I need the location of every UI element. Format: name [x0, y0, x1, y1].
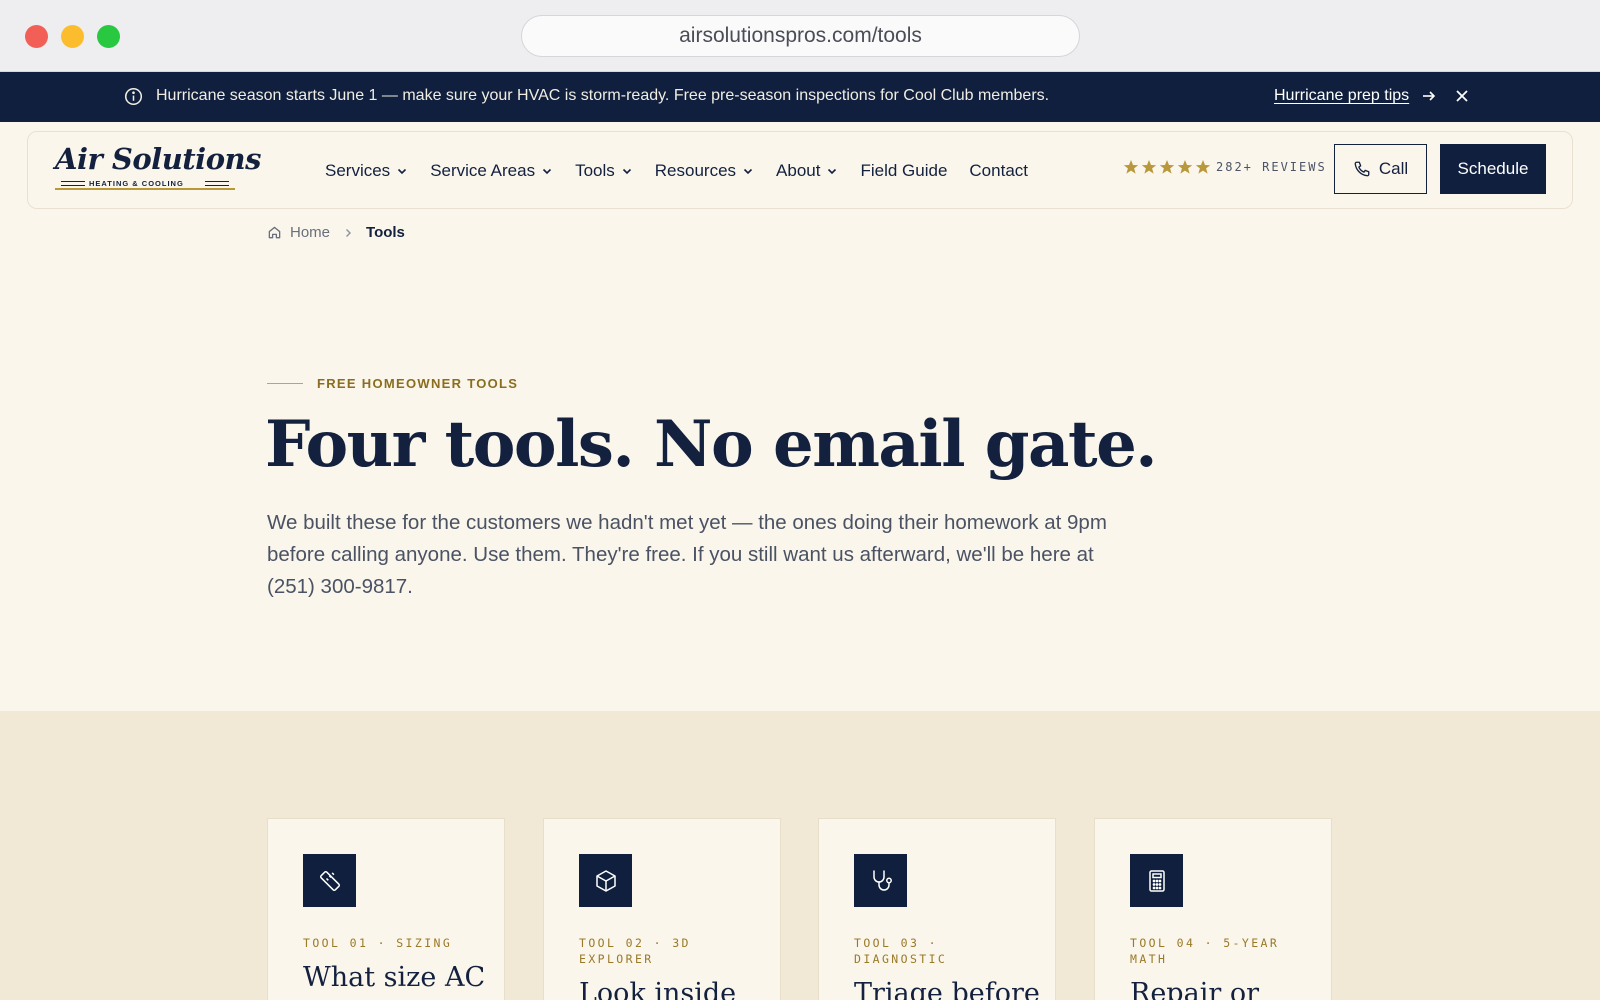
tool-icon-tile: [579, 854, 632, 907]
schedule-button[interactable]: Schedule: [1440, 144, 1546, 194]
breadcrumb-home-link[interactable]: Home: [290, 224, 330, 241]
nav-item-tools[interactable]: Tools: [575, 161, 633, 181]
tool-tag: TOOL 02 · 3D EXPLORER: [579, 936, 691, 966]
tool-title: What size AC: [303, 962, 486, 993]
address-bar[interactable]: airsolutionspros.com/tools: [521, 15, 1080, 57]
window-minimize-button[interactable]: [61, 25, 84, 48]
nav-item-label: About: [776, 161, 821, 180]
chevron-down-icon: [828, 168, 837, 175]
logo-stripes-right: [205, 181, 229, 186]
tool-card-sizing[interactable]: TOOL 01 · SIZING What size AC: [267, 818, 505, 1000]
tool-title: Triage before: [854, 978, 1040, 1000]
star-icon: [1159, 160, 1175, 174]
tool-tag: TOOL 01 · SIZING: [303, 936, 453, 950]
hurricane-prep-link[interactable]: Hurricane prep tips: [1274, 87, 1409, 105]
logo-stripes-left: [61, 181, 85, 186]
chevron-right-icon: [346, 228, 352, 237]
chevron-down-icon: [743, 168, 753, 175]
browser-chrome: airsolutionspros.com/tools: [0, 0, 1600, 72]
logo-wordmark: Air Solutions: [55, 142, 261, 176]
nav-item-resources[interactable]: Resources: [655, 161, 754, 181]
nav-item-label: Contact: [969, 161, 1028, 180]
window-maximize-button[interactable]: [97, 25, 120, 48]
tools-section: [0, 711, 1600, 1000]
stethoscope-icon: [872, 869, 892, 891]
tool-icon-tile: [854, 854, 907, 907]
window-close-button[interactable]: [25, 25, 48, 48]
arrow-right-icon: [1423, 91, 1436, 101]
hero-lede: We built these for the customers we hadn…: [267, 511, 1107, 598]
home-icon: [268, 226, 281, 239]
announcement-bar: Hurricane season starts June 1 — make su…: [0, 72, 1600, 122]
hero-eyebrow: FREE HOMEOWNER TOOLS: [267, 376, 518, 391]
announcement-message: Hurricane season starts June 1 — make su…: [156, 87, 1050, 104]
tool-title: Repair or: [1130, 978, 1259, 1000]
cube-icon: [595, 869, 616, 892]
star-icon: [1123, 160, 1139, 174]
eyebrow-rule: [267, 382, 303, 385]
nav-item-about[interactable]: About: [776, 161, 838, 181]
nav-menu: Services Service Areas Tools Resources A…: [325, 132, 1050, 210]
tool-icon-tile: [303, 854, 356, 907]
tool-card-5-year-math[interactable]: TOOL 04 · 5-YEAR MATH Repair or: [1094, 818, 1332, 1000]
chevron-down-icon: [543, 168, 552, 175]
tool-tag: TOOL 04 · 5-YEAR MATH: [1130, 936, 1280, 966]
nav-item-label: Services: [325, 161, 391, 180]
page-title: Four tools. No email gate.: [265, 407, 1158, 482]
logo[interactable]: Air Solutions HEATING & COOLING: [55, 142, 261, 194]
star-icon: [1195, 160, 1211, 174]
tool-title: Look inside: [579, 978, 737, 1000]
phone-icon: [1354, 161, 1370, 177]
tool-icon-tile: [1130, 854, 1183, 907]
nav-item-service-areas[interactable]: Service Areas: [430, 161, 553, 181]
breadcrumb-current: Tools: [366, 224, 405, 241]
tool-tag: TOOL 03 · DIAGNOSTIC: [854, 936, 948, 966]
tool-card-diagnostic[interactable]: TOOL 03 · DIAGNOSTIC Triage before: [818, 818, 1056, 1000]
nav-item-contact[interactable]: Contact: [969, 161, 1028, 181]
nav-item-label: Field Guide: [860, 161, 948, 180]
reviews-count[interactable]: 282+ REVIEWS: [1216, 160, 1327, 174]
rating-stars: [1123, 159, 1211, 175]
logo-subtext: HEATING & COOLING: [89, 179, 184, 188]
nav-item-services[interactable]: Services: [325, 161, 408, 181]
chevron-down-icon: [622, 168, 631, 175]
tool-card-3d-explorer[interactable]: TOOL 02 · 3D EXPLORER Look inside: [543, 818, 781, 1000]
main-navbar: Air Solutions HEATING & COOLING Services…: [27, 131, 1573, 209]
nav-item-label: Resources: [654, 161, 737, 180]
nav-item-label: Service Areas: [430, 161, 536, 180]
nav-item-label: Tools: [575, 161, 615, 180]
nav-item-field-guide[interactable]: Field Guide: [860, 161, 947, 181]
calculator-icon: [1148, 869, 1165, 892]
breadcrumb: Home Tools: [267, 224, 405, 241]
eyebrow-text: FREE HOMEOWNER TOOLS: [317, 376, 519, 391]
call-button[interactable]: Call: [1334, 144, 1427, 194]
info-icon: [124, 87, 143, 106]
star-icon: [1177, 160, 1193, 174]
star-icon: [1141, 160, 1157, 174]
close-icon[interactable]: [1453, 87, 1471, 105]
logo-underline: [55, 188, 235, 190]
ruler-icon: [319, 870, 340, 891]
call-button-label: Call: [1378, 159, 1409, 178]
chevron-down-icon: [398, 168, 407, 175]
